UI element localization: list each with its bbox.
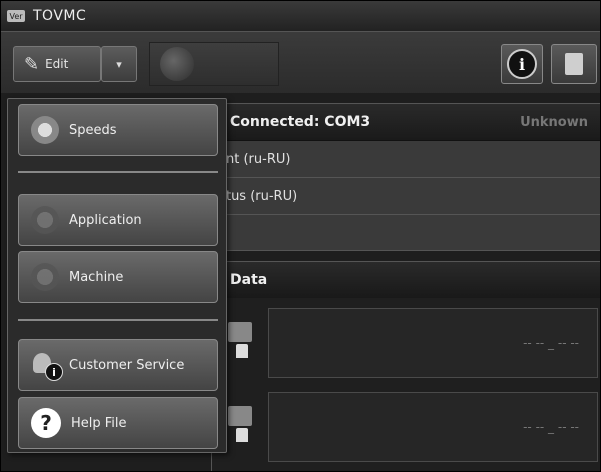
device-state: Unknown: [520, 114, 588, 130]
data-row: -- -- _ -- --: [218, 302, 598, 382]
edit-dropdown-menu: Speeds Application Machine i Customer Se…: [7, 98, 227, 453]
application-icon: [31, 206, 59, 234]
status-row: atus (ru-RU): [212, 178, 600, 215]
title-bar: Ver TOVMC: [1, 1, 600, 31]
app-window: Ver TOVMC ✎ Edit ▾ i Connected: COM3 Unk…: [0, 0, 601, 472]
pencil-icon: ✎: [24, 53, 40, 75]
menu-separator: [18, 319, 218, 321]
logo-icon: [160, 47, 194, 81]
menu-item-customer-service[interactable]: i Customer Service: [18, 339, 218, 391]
status-row: ent (ru-RU): [212, 141, 600, 178]
connection-panel: Connected: COM3 Unknown ent (ru-RU) atus…: [211, 103, 600, 251]
document-icon: [565, 53, 583, 75]
toolbar: ✎ Edit ▾ i: [1, 31, 600, 95]
edit-dropdown-button[interactable]: ▾: [101, 46, 137, 82]
speeds-icon: [31, 116, 59, 144]
menu-item-label: Application: [69, 212, 142, 228]
menu-item-machine[interactable]: Machine: [18, 251, 218, 303]
chevron-down-icon: ▾: [116, 57, 122, 71]
app-icon: Ver: [7, 10, 25, 22]
edit-button[interactable]: ✎ Edit: [13, 46, 101, 82]
edit-button-label: Edit: [45, 57, 69, 71]
sensor-icon: [228, 406, 256, 446]
menu-item-label: Help File: [71, 415, 127, 431]
connection-header: Connected: COM3 Unknown: [212, 104, 600, 141]
info-icon: i: [507, 49, 537, 79]
device-logo-panel: [149, 42, 279, 86]
menu-item-label: Machine: [69, 269, 124, 285]
sensor-icon: [228, 322, 256, 362]
info-button[interactable]: i: [501, 44, 543, 84]
menu-separator: [18, 171, 218, 173]
data-row: -- -- _ -- --: [218, 386, 598, 466]
menu-item-help-file[interactable]: ? Help File: [18, 397, 218, 449]
menu-item-application[interactable]: Application: [18, 194, 218, 246]
data-panel: Data -- -- _ -- -- -- -- _ -- --: [211, 261, 600, 471]
help-icon: ?: [31, 408, 61, 438]
machine-icon: [31, 263, 59, 291]
window-title: TOVMC: [33, 8, 87, 24]
document-button[interactable]: [551, 44, 597, 84]
data-display: -- -- _ -- --: [268, 308, 598, 378]
connection-status: Connected: COM3: [230, 114, 371, 130]
data-display: -- -- _ -- --: [268, 392, 598, 462]
data-panel-title: Data: [212, 262, 600, 298]
menu-item-label: Customer Service: [69, 357, 185, 373]
menu-item-label: Speeds: [69, 122, 117, 138]
menu-item-speeds[interactable]: Speeds: [18, 104, 218, 156]
customer-service-icon: i: [31, 351, 63, 381]
